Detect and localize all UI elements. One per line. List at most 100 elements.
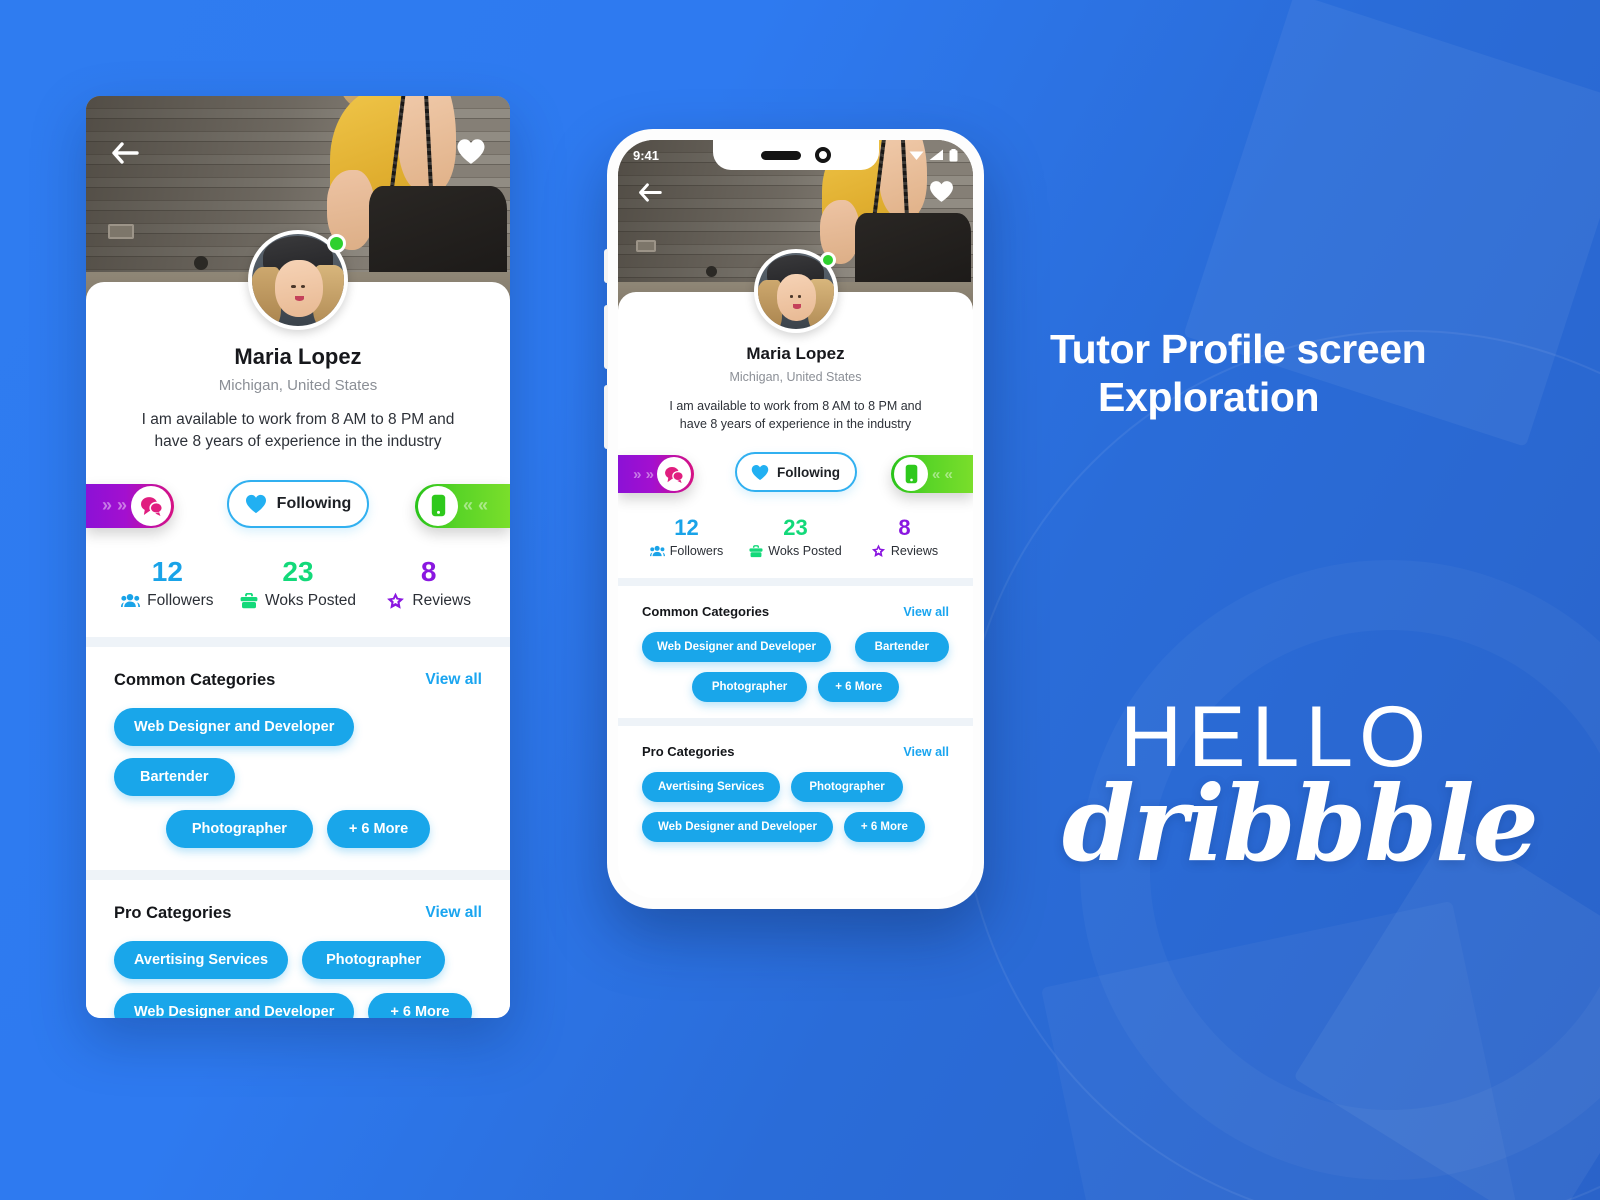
back-button[interactable] xyxy=(636,178,664,206)
stat-value: 12 xyxy=(151,555,183,587)
action-row: » » Following « « xyxy=(86,478,510,534)
stat-works-posted[interactable]: 23 Woks Posted xyxy=(233,556,364,610)
chat-bubble-icon xyxy=(131,485,171,526)
avatar-eye-left xyxy=(789,295,794,298)
earpiece-speaker xyxy=(760,150,801,160)
flat-profile-card: Maria Lopez Michigan, United States I am… xyxy=(86,96,510,1018)
battery-icon xyxy=(949,148,958,161)
view-all-link[interactable]: View all xyxy=(425,904,482,922)
category-chip[interactable]: Photographer xyxy=(691,672,808,703)
profile-name: Maria Lopez xyxy=(234,344,362,369)
profile-bio-line-1: I am available to work from 8 AM to 8 PM… xyxy=(141,411,455,428)
phone-side-button-mute[interactable] xyxy=(604,249,608,283)
back-arrow-icon xyxy=(639,182,662,202)
section-title: Pro Categories xyxy=(114,903,232,922)
avatar-eye-right xyxy=(300,285,306,289)
category-chip[interactable]: Photographer xyxy=(165,809,313,848)
call-chevrons: « « xyxy=(932,465,953,483)
stat-label: Woks Posted xyxy=(264,591,357,609)
following-button[interactable]: Following xyxy=(734,452,857,493)
avatar-eye-right xyxy=(797,295,802,298)
heart-icon xyxy=(245,494,266,514)
profile-sheet: Maria Lopez Michigan, United States I am… xyxy=(86,230,510,1018)
stat-value: 8 xyxy=(898,515,911,541)
category-chip-more[interactable]: + 6 More xyxy=(368,992,472,1018)
back-arrow-icon xyxy=(112,142,139,164)
chip-row: Web Designer and Developer Bartender xyxy=(642,632,949,663)
heart-icon xyxy=(929,180,953,202)
category-chip-more[interactable]: + 6 More xyxy=(326,809,431,848)
briefcase-icon xyxy=(749,544,763,557)
category-chip[interactable]: Web Designer and Developer xyxy=(114,992,355,1018)
profile-sheet: Maria Lopez Michigan, United States I am… xyxy=(618,249,973,898)
profile-bio-line-2: have 8 years of experience in the indust… xyxy=(679,417,912,432)
briefcase-icon xyxy=(240,592,258,609)
view-all-link[interactable]: View all xyxy=(903,745,949,759)
stat-followers[interactable]: 12 Followers xyxy=(632,515,741,558)
avatar-face xyxy=(776,274,817,322)
category-chip[interactable]: Web Designer and Developer xyxy=(642,632,831,663)
message-chevrons: » » xyxy=(633,465,654,483)
heart-icon xyxy=(751,464,769,480)
chip-row: Web Designer and Developer + 6 More xyxy=(114,992,482,1018)
stat-label: Followers xyxy=(147,591,214,609)
following-button[interactable]: Following xyxy=(227,479,369,528)
avatar-wrapper[interactable] xyxy=(753,249,838,333)
mobile-phone-icon xyxy=(418,485,458,526)
stat-followers[interactable]: 12 Followers xyxy=(102,556,233,610)
category-chip[interactable]: Web Designer and Developer xyxy=(114,707,355,746)
message-action-pill[interactable]: » » xyxy=(618,455,694,494)
following-label: Following xyxy=(276,494,352,512)
category-chip[interactable]: Avertising Services xyxy=(114,940,289,979)
category-chip-more[interactable]: + 6 More xyxy=(818,672,900,703)
common-categories-section: Common Categories View all Web Designer … xyxy=(86,647,510,870)
category-chip[interactable]: Bartender xyxy=(854,632,949,663)
stat-label: Reviews xyxy=(890,544,939,559)
phone-side-button-volume[interactable] xyxy=(604,305,608,369)
category-chip[interactable]: Avertising Services xyxy=(642,772,781,803)
category-chip[interactable]: Bartender xyxy=(114,757,235,796)
avatar-face xyxy=(275,259,323,317)
door-knob xyxy=(706,266,717,277)
profile-bio-line-2: have 8 years of experience in the indust… xyxy=(154,433,442,451)
view-all-link[interactable]: View all xyxy=(425,671,482,689)
chip-row: Avertising Services Photographer xyxy=(114,940,482,979)
section-header: Pro Categories View all xyxy=(642,744,949,759)
heart-icon xyxy=(457,138,485,164)
signal-icon xyxy=(929,149,943,160)
section-title: Common Categories xyxy=(642,604,770,620)
view-all-link[interactable]: View all xyxy=(903,605,949,619)
door-knob xyxy=(194,256,208,270)
category-chip[interactable]: Photographer xyxy=(302,940,446,979)
avatar-wrapper[interactable] xyxy=(248,230,348,330)
profile-bio-line-1: I am available to work from 8 AM to 8 PM… xyxy=(669,399,922,413)
avatar-eye-left xyxy=(291,285,296,289)
category-chip[interactable]: Web Designer and Developer xyxy=(642,812,833,843)
profile-location: Michigan, United States xyxy=(218,377,378,394)
back-button[interactable] xyxy=(108,136,142,170)
common-categories-section: Common Categories View all Web Designer … xyxy=(618,586,973,718)
message-action-pill[interactable]: » » xyxy=(86,483,174,528)
section-divider xyxy=(618,718,973,727)
category-chip-more[interactable]: + 6 More xyxy=(843,812,925,843)
section-divider xyxy=(86,636,510,647)
favorite-button[interactable] xyxy=(454,134,488,168)
stat-reviews[interactable]: 8 Reviews xyxy=(850,515,959,558)
star-badge-icon xyxy=(387,592,405,609)
phone-side-button-power[interactable] xyxy=(604,385,608,449)
avatar-smile xyxy=(792,304,801,309)
chip-row: Photographer + 6 More xyxy=(114,809,482,848)
category-chip[interactable]: Photographer xyxy=(791,772,903,803)
front-camera xyxy=(814,147,831,163)
stat-works-posted[interactable]: 23 Woks Posted xyxy=(741,515,850,558)
call-action-pill[interactable]: « « xyxy=(415,483,510,528)
call-action-pill[interactable]: « « xyxy=(891,455,973,494)
people-icon xyxy=(121,594,141,608)
favorite-button[interactable] xyxy=(927,177,955,205)
chip-row: Web Designer and Developer Bartender xyxy=(114,707,482,796)
section-header: Common Categories View all xyxy=(642,604,949,619)
section-title: Common Categories xyxy=(114,670,276,689)
phone-screen: 9:41 Maria Lopez Michigan, United States… xyxy=(618,140,973,898)
door-latch xyxy=(108,224,134,239)
stat-reviews[interactable]: 8 Reviews xyxy=(363,556,494,610)
